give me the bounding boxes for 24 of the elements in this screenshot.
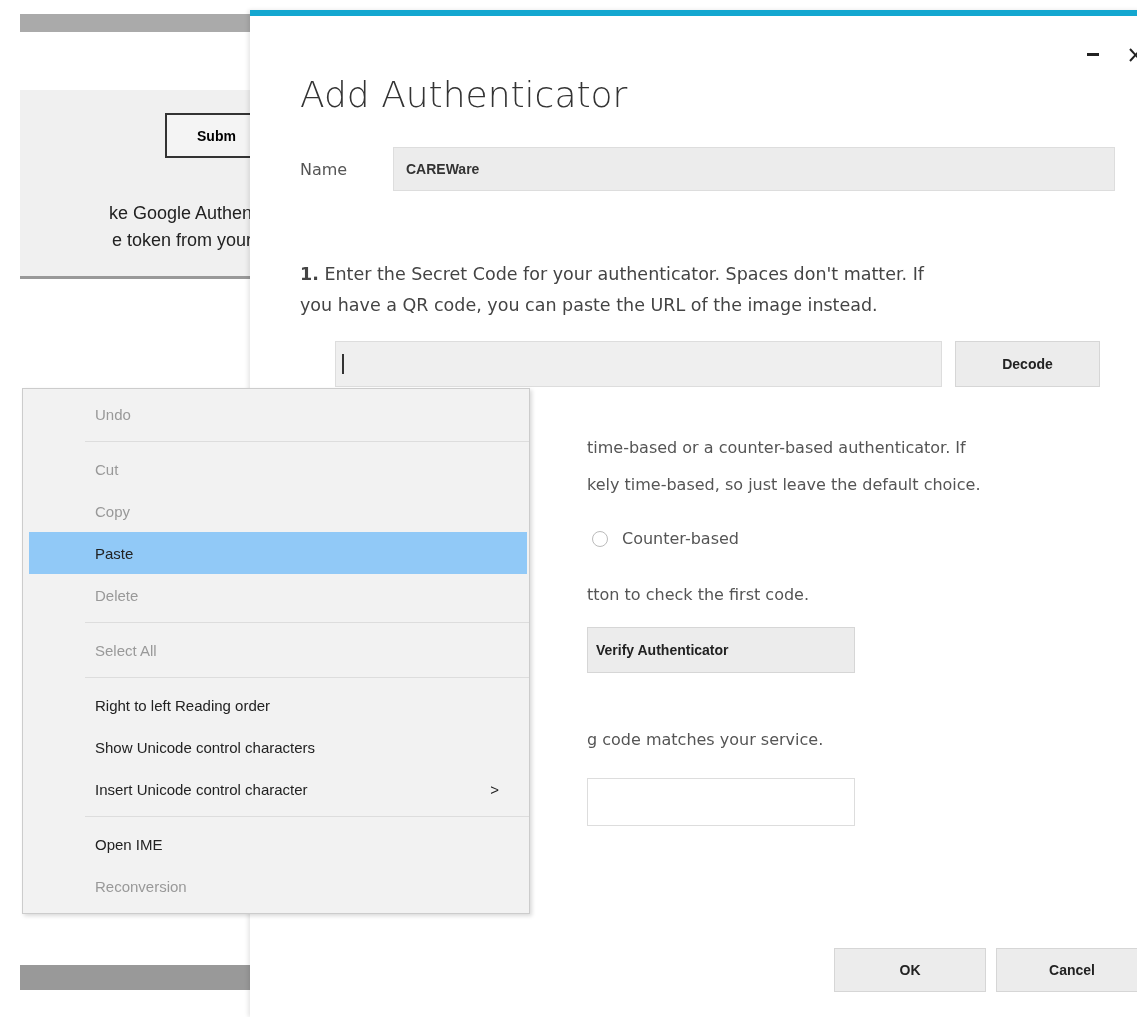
menu-item[interactable]: Insert Unicode control character > [29,768,527,810]
ok-button[interactable]: OK [834,948,986,992]
instruction-text: kely time-based, so just leave the default choice. [587,474,981,496]
menu-item[interactable]: Right to left Reading order [29,684,527,726]
cancel-button[interactable]: Cancel [996,948,1137,992]
code-field[interactable] [587,778,855,826]
secret-code-field[interactable] [335,341,942,387]
menu-item[interactable]: Paste [29,532,527,574]
instruction-text: e token from your [111,229,252,252]
instruction-text: tton to check the first code. [587,584,809,606]
dialog-title: Add Authenticator [300,74,629,115]
instruction-text: g code matches your service. [587,729,824,751]
name-field[interactable]: CAREWare [393,147,1115,191]
close-icon[interactable] [1129,48,1137,62]
name-label: Name [300,159,349,179]
menu-item[interactable]: Show Unicode control characters [29,726,527,768]
radio-label: Counter-based [622,529,739,548]
minimize-icon[interactable] [1087,53,1099,57]
menu-item[interactable]: Open IME [29,823,527,865]
verify-button[interactable]: Verify Authenticator [587,627,855,673]
instruction-text: 1. Enter the Secret Code for your authenticator. Spaces don't matter. If you have a QR code, you can paste the URL of the image instead. [300,263,926,317]
instruction-text: ke Google Authen [108,202,252,225]
decode-button[interactable]: Decode [955,341,1100,387]
instruction-text: time-based or a counter-based authenticator. If [587,437,966,459]
